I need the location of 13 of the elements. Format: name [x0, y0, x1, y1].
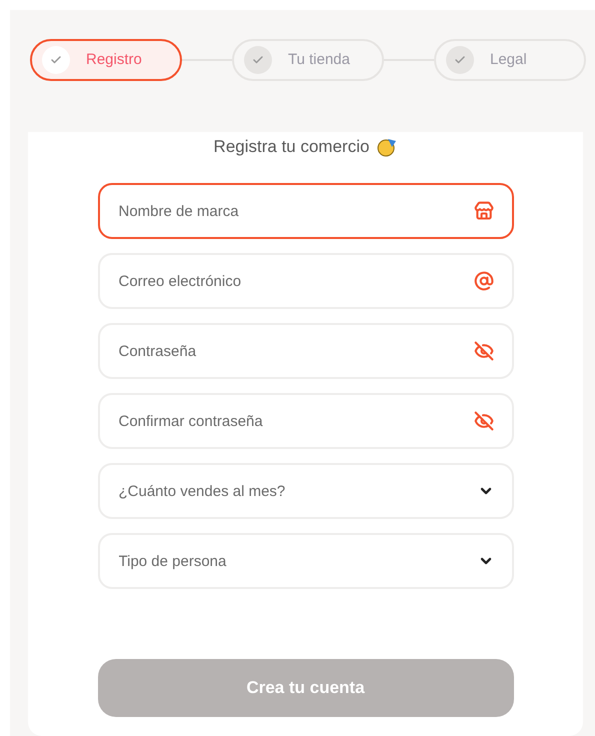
at-sign-icon — [474, 271, 494, 291]
check-icon — [42, 46, 70, 74]
eye-off-icon[interactable] — [474, 411, 494, 431]
store-icon — [474, 201, 494, 221]
input-field[interactable]: Nombre de marca — [98, 183, 514, 239]
eye-off-icon[interactable] — [474, 341, 494, 361]
step-tab[interactable]: Registro — [30, 39, 182, 81]
party-emoji-icon — [377, 137, 398, 157]
form-title: Registra tu comercio — [214, 136, 370, 158]
check-icon — [244, 46, 272, 74]
step-tab[interactable]: Tu tienda — [232, 39, 384, 81]
step-tab[interactable]: Legal — [434, 39, 586, 81]
check-icon — [446, 46, 474, 74]
